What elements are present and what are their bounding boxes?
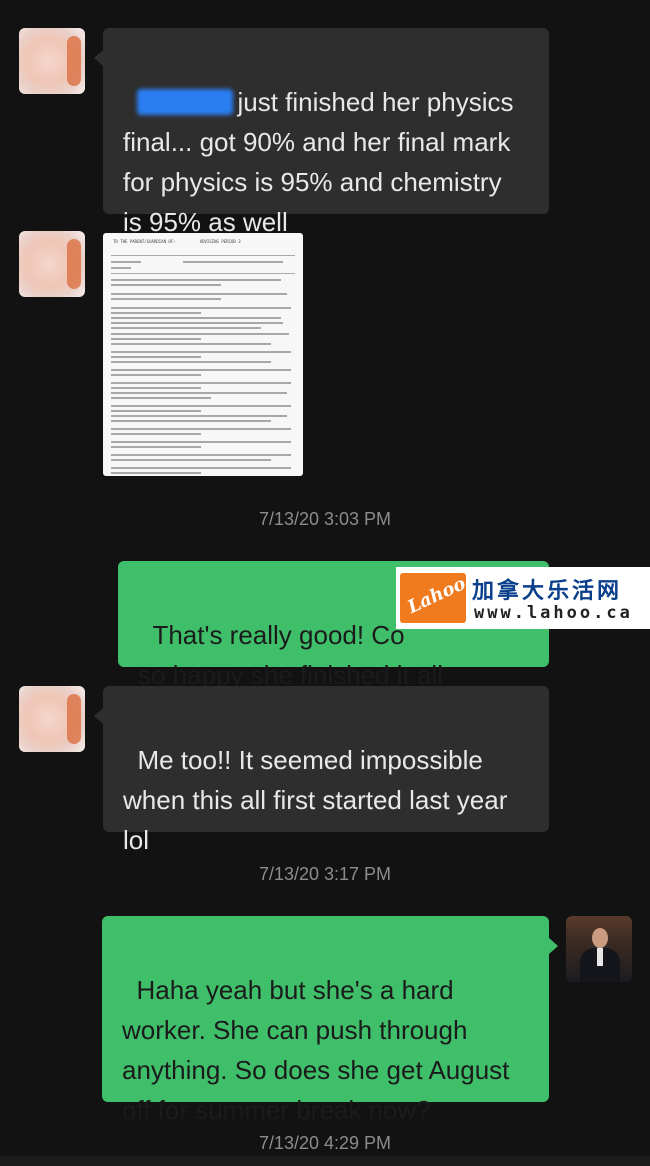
contact-avatar[interactable] [19,686,85,752]
bubble-tail [94,50,103,66]
message-text: Haha yeah but she's a hard worker. She c… [122,975,510,1125]
watermark-title: 加拿大乐活网 [472,579,623,604]
logo-text: Lahoo [404,573,466,618]
outgoing-message-2[interactable]: Haha yeah but she's a hard worker. She c… [102,916,549,1125]
watermark-banner: Lahoo 加拿大乐活网 www.lahoo.ca [396,567,650,629]
contact-avatar[interactable] [19,231,85,297]
bubble-tail [549,938,558,954]
avatar-shirt [597,948,603,966]
message-text: That's really good! Co so happy she fini… [138,620,443,690]
bubble-tail [94,708,103,724]
watermark-url: www.lahoo.ca [474,603,633,623]
message-text: Me too!! It seemed impossible when this … [123,745,508,855]
redacted-name [137,89,234,115]
bottom-bar [0,1156,650,1166]
timestamp: 7/13/20 3:03 PM [258,509,392,529]
document-header: TO THE PARENT/GUARDIAN OF: ADVISING PERI… [113,239,241,244]
contact-avatar[interactable] [19,28,85,94]
incoming-message-2[interactable]: Me too!! It seemed impossible when this … [103,686,549,855]
lahoo-logo-icon: Lahoo [400,573,466,623]
report-card-image[interactable]: TO THE PARENT/GUARDIAN OF: ADVISING PERI… [103,233,303,476]
user-avatar[interactable] [566,916,632,982]
timestamp: 7/13/20 3:17 PM [258,864,392,884]
timestamp: 7/13/20 4:29 PM [258,1133,392,1153]
avatar-face [592,928,608,948]
incoming-message-1[interactable]: just finished her physics final... got 9… [103,28,549,237]
